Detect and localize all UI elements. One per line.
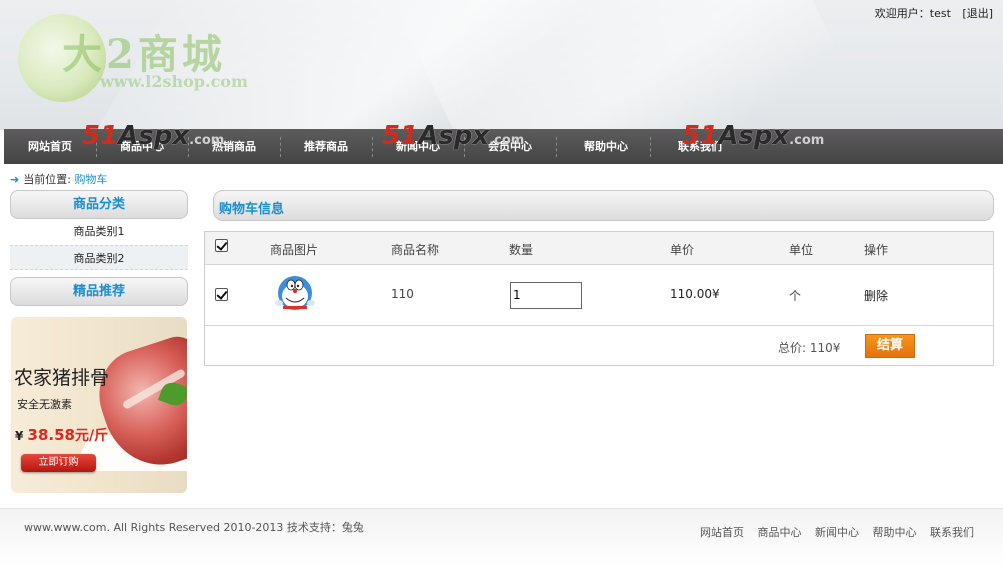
nav-item-news[interactable]: 新闻中心	[372, 129, 464, 164]
recommend-header: 精品推荐	[10, 277, 188, 306]
user-welcome: 欢迎用户：test [退出]	[871, 5, 993, 21]
total-value: 110¥	[809, 341, 841, 355]
nav-item-hot[interactable]: 热销商品	[188, 129, 280, 164]
product-name[interactable]: 110	[391, 287, 414, 301]
main-nav: 网站首页 商品中心 热销商品 推荐商品 新闻中心 会员中心 帮助中心 联系我们 …	[4, 121, 1003, 164]
order-now-button[interactable]: 立即订购	[21, 454, 96, 472]
promo-price: ¥ 38.58元/斤	[15, 425, 108, 445]
logout-link[interactable]: [退出]	[962, 7, 993, 20]
unit-price: 110.00¥	[670, 287, 720, 301]
cart-table: 商品图片 商品名称 数量 单价 单位 操作 110 1 110.00¥ 个 删除…	[204, 231, 994, 366]
cart-title: 购物车信息	[219, 202, 285, 217]
product-thumbnail[interactable]	[273, 273, 317, 313]
footer-link-home[interactable]: 网站首页	[700, 526, 744, 539]
delete-link[interactable]: 删除	[864, 287, 888, 304]
footer-link-news[interactable]: 新闻中心	[815, 526, 859, 539]
promo-price-unit: 元/斤	[75, 428, 109, 444]
welcome-label: 欢迎用户：	[874, 7, 930, 20]
quantity-input[interactable]: 1	[510, 282, 582, 309]
row-checkbox[interactable]	[215, 288, 228, 301]
nav-item-help[interactable]: 帮助中心	[556, 129, 656, 164]
footer-links: 网站首页 商品中心 新闻中心 帮助中心 联系我们	[690, 524, 974, 540]
nav-item-home[interactable]: 网站首页	[4, 129, 96, 164]
cart-header: 购物车信息	[213, 190, 994, 221]
table-header-row: 商品图片 商品名称 数量 单价 单位 操作	[205, 232, 993, 265]
footer-link-help[interactable]: 帮助中心	[873, 526, 917, 539]
nav-item-member[interactable]: 会员中心	[464, 129, 556, 164]
promo-price-value: 38.58	[27, 426, 75, 444]
breadcrumb: ➜ 当前位置: 购物车	[10, 171, 107, 187]
select-all-checkbox[interactable]	[215, 239, 228, 252]
header-light-ray	[378, 0, 902, 130]
sidebar-item-category-1[interactable]: 商品类别1	[10, 219, 188, 244]
promo-banner[interactable]: 农家猪排骨 安全无激素 ¥ 38.58元/斤 立即订购	[11, 317, 187, 493]
arrow-right-icon: ➜	[10, 173, 20, 186]
column-header-price: 单价	[670, 243, 695, 257]
table-footer-row: 总价: 110¥ 结算	[205, 326, 993, 366]
copyright-text: www.www.com. All Rights Reserved 2010-20…	[24, 521, 364, 534]
footer-link-products[interactable]: 商品中心	[758, 526, 802, 539]
total-label: 总价:	[778, 341, 807, 355]
nav-item-contact[interactable]: 联系我们	[650, 129, 750, 164]
site-logo-url: www.l2shop.com	[100, 72, 248, 91]
nav-item-products[interactable]: 商品中心	[96, 129, 188, 164]
product-unit: 个	[789, 289, 802, 303]
sidebar-item-category-2[interactable]: 商品类别2	[10, 245, 188, 270]
promo-currency: ¥	[15, 429, 24, 443]
table-row: 110 1 110.00¥ 个 删除	[205, 265, 993, 326]
site-header: 大2商城 www.l2shop.com 欢迎用户：test [退出]	[0, 0, 1003, 130]
cart-total: 总价: 110¥	[778, 339, 840, 356]
nav-item-recommend[interactable]: 推荐商品	[280, 129, 372, 164]
footer-link-contact[interactable]: 联系我们	[930, 526, 974, 539]
categories-header: 商品分类	[10, 190, 188, 219]
column-header-image: 商品图片	[270, 243, 319, 257]
username: test	[929, 7, 951, 20]
breadcrumb-label: 当前位置:	[23, 173, 71, 186]
column-header-quantity: 数量	[509, 243, 534, 257]
column-header-unit: 单位	[789, 243, 814, 257]
breadcrumb-current[interactable]: 购物车	[74, 173, 107, 186]
site-footer: www.www.com. All Rights Reserved 2010-20…	[0, 508, 1003, 569]
column-header-name: 商品名称	[391, 243, 440, 257]
checkout-button[interactable]: 结算	[865, 334, 915, 358]
column-header-action: 操作	[864, 243, 889, 257]
promo-title: 农家猪排骨	[14, 367, 110, 389]
promo-subtitle: 安全无激素	[17, 398, 72, 411]
watermark-domain: .com	[789, 133, 825, 148]
